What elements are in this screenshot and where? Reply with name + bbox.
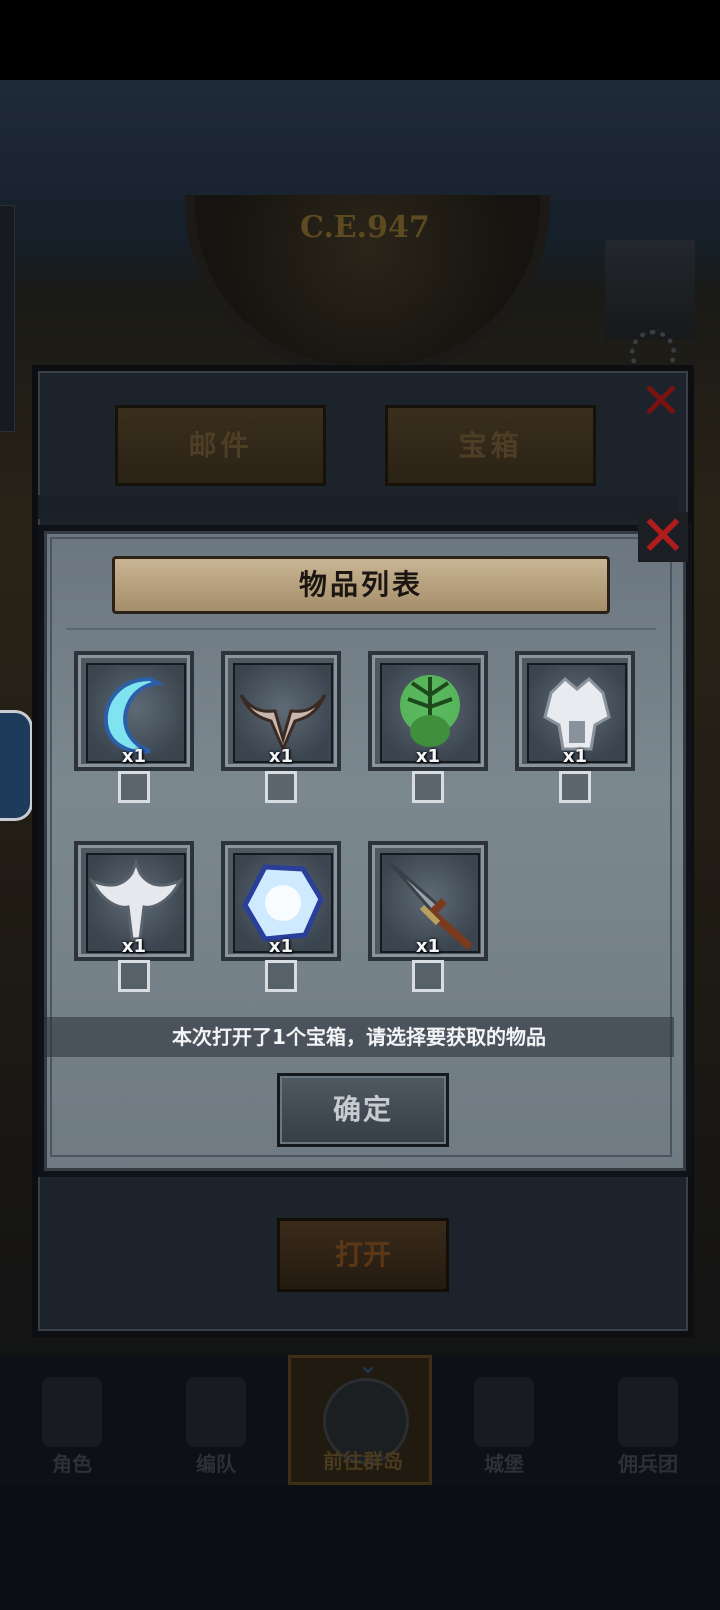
tab-mail[interactable]: 邮件 — [115, 405, 326, 486]
item-slot-5[interactable]: x1 — [74, 841, 194, 961]
item-quantity: x1 — [415, 746, 441, 767]
item-quantity: x1 — [268, 936, 294, 957]
nav-item-mercenary[interactable]: 佣兵团 — [576, 1355, 720, 1485]
item-checkbox-7[interactable] — [412, 960, 444, 992]
scene-sky — [0, 80, 720, 200]
formation-icon — [186, 1377, 246, 1447]
item-slot-7[interactable]: x1 — [368, 841, 488, 961]
item-slot-3[interactable]: x1 — [368, 651, 488, 771]
nav-label: 佣兵团 — [618, 1452, 678, 1476]
item-quantity: x1 — [121, 936, 147, 957]
nav-item-character[interactable]: 角色 — [0, 1355, 144, 1485]
nav-label: 前往群岛 — [323, 1449, 403, 1473]
divider — [66, 628, 656, 630]
item-slot-2[interactable]: x1 — [221, 651, 341, 771]
nav-item-castle[interactable]: 城堡 — [432, 1355, 576, 1485]
item-checkbox-1[interactable] — [118, 771, 150, 803]
item-quantity: x1 — [415, 936, 441, 957]
list-header — [38, 495, 678, 519]
bottom-area — [0, 1485, 720, 1610]
castle-nav-icon — [474, 1377, 534, 1447]
nav-label: 编队 — [196, 1452, 236, 1476]
item-quantity: x1 — [268, 746, 294, 767]
side-panel[interactable] — [0, 205, 15, 432]
dialog-title: 物品列表 — [112, 556, 610, 614]
confirm-button[interactable]: 确定 — [277, 1073, 449, 1147]
nav-label: 角色 — [52, 1452, 92, 1476]
side-tab-button[interactable] — [0, 710, 33, 821]
item-slot-4[interactable]: x1 — [515, 651, 635, 771]
item-checkbox-3[interactable] — [412, 771, 444, 803]
top-bar — [0, 0, 720, 80]
tab-chest[interactable]: 宝箱 — [385, 405, 596, 486]
chevron-down-icon: ⌄ — [357, 1350, 379, 1380]
item-checkbox-5[interactable] — [118, 960, 150, 992]
item-quantity: x1 — [121, 746, 147, 767]
year-label: C.E.947 — [300, 210, 430, 245]
item-quantity: x1 — [562, 746, 588, 767]
item-slot-6[interactable]: x1 — [221, 841, 341, 961]
nav-label: 城堡 — [484, 1452, 524, 1476]
close-icon[interactable]: ✕ — [640, 376, 682, 426]
item-checkbox-6[interactable] — [265, 960, 297, 992]
dialog-close-icon[interactable]: ✕ — [638, 509, 688, 565]
item-checkbox-4[interactable] — [559, 771, 591, 803]
open-button[interactable]: 打开 — [277, 1218, 449, 1292]
mercenary-icon — [618, 1377, 678, 1447]
castle-icon — [605, 240, 695, 340]
item-checkbox-2[interactable] — [265, 771, 297, 803]
item-slot-1[interactable]: x1 — [74, 651, 194, 771]
character-icon — [42, 1377, 102, 1447]
info-text: 本次打开了1个宝箱，请选择要获取的物品 — [44, 1017, 674, 1057]
nav-item-formation[interactable]: 编队 — [144, 1355, 288, 1485]
